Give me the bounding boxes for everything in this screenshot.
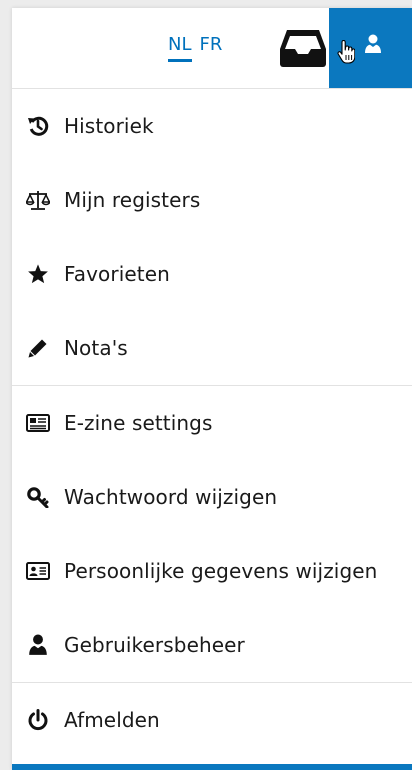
menu-item-mijn-registers[interactable]: Mijn registers [12,163,412,237]
menu-group-main: Historiek Mijn registers Favorieten Nota… [12,89,412,385]
user-menu-panel: NL FR Historiek Mijn registers Favoriete… [12,8,412,770]
menu-item-gebruikersbeheer[interactable]: Gebruikersbeheer [12,608,412,682]
menu-item-e-zine-settings[interactable]: E-zine settings [12,386,412,460]
language-fr[interactable]: FR [200,34,223,62]
menu-item-label: Afmelden [64,708,160,732]
pencil-icon [26,336,50,360]
menu-item-favorieten[interactable]: Favorieten [12,237,412,311]
menu-item-label: Mijn registers [64,188,201,212]
menu-group-settings: E-zine settings Wachtwoord wijzigen Pers… [12,386,412,682]
menu-item-label: Gebruikersbeheer [64,633,245,657]
history-icon [26,114,50,138]
language-switcher: NL FR [168,34,222,62]
menu-item-label: Wachtwoord wijzigen [64,485,278,509]
power-icon [26,708,50,732]
menu-item-label: Nota's [64,336,128,360]
menu-item-notas[interactable]: Nota's [12,311,412,385]
menu-item-label: E-zine settings [64,411,213,435]
key-icon [26,485,50,509]
pointer-hand-icon [337,39,356,68]
top-bar: NL FR [12,8,412,89]
star-icon [26,262,50,286]
user-icon [26,633,50,657]
user-menu-button[interactable] [329,8,412,88]
language-nl[interactable]: NL [168,34,192,62]
menu-item-afmelden[interactable]: Afmelden [12,683,412,757]
menu-item-wachtwoord-wijzigen[interactable]: Wachtwoord wijzigen [12,460,412,534]
inbox-icon[interactable] [279,27,327,69]
menu-item-label: Persoonlijke gegevens wijzigen [64,559,378,583]
id-card-icon [26,559,50,583]
scales-icon [26,188,50,212]
menu-item-persoonlijke-gegevens[interactable]: Persoonlijke gegevens wijzigen [12,534,412,608]
newspaper-icon [26,411,50,435]
user-icon [365,34,381,58]
menu-item-label: Historiek [64,114,154,138]
menu-item-label: Favorieten [64,262,170,286]
menu-item-historiek[interactable]: Historiek [12,89,412,163]
menu-group-logout: Afmelden [12,683,412,757]
bottom-accent-bar [12,764,412,770]
